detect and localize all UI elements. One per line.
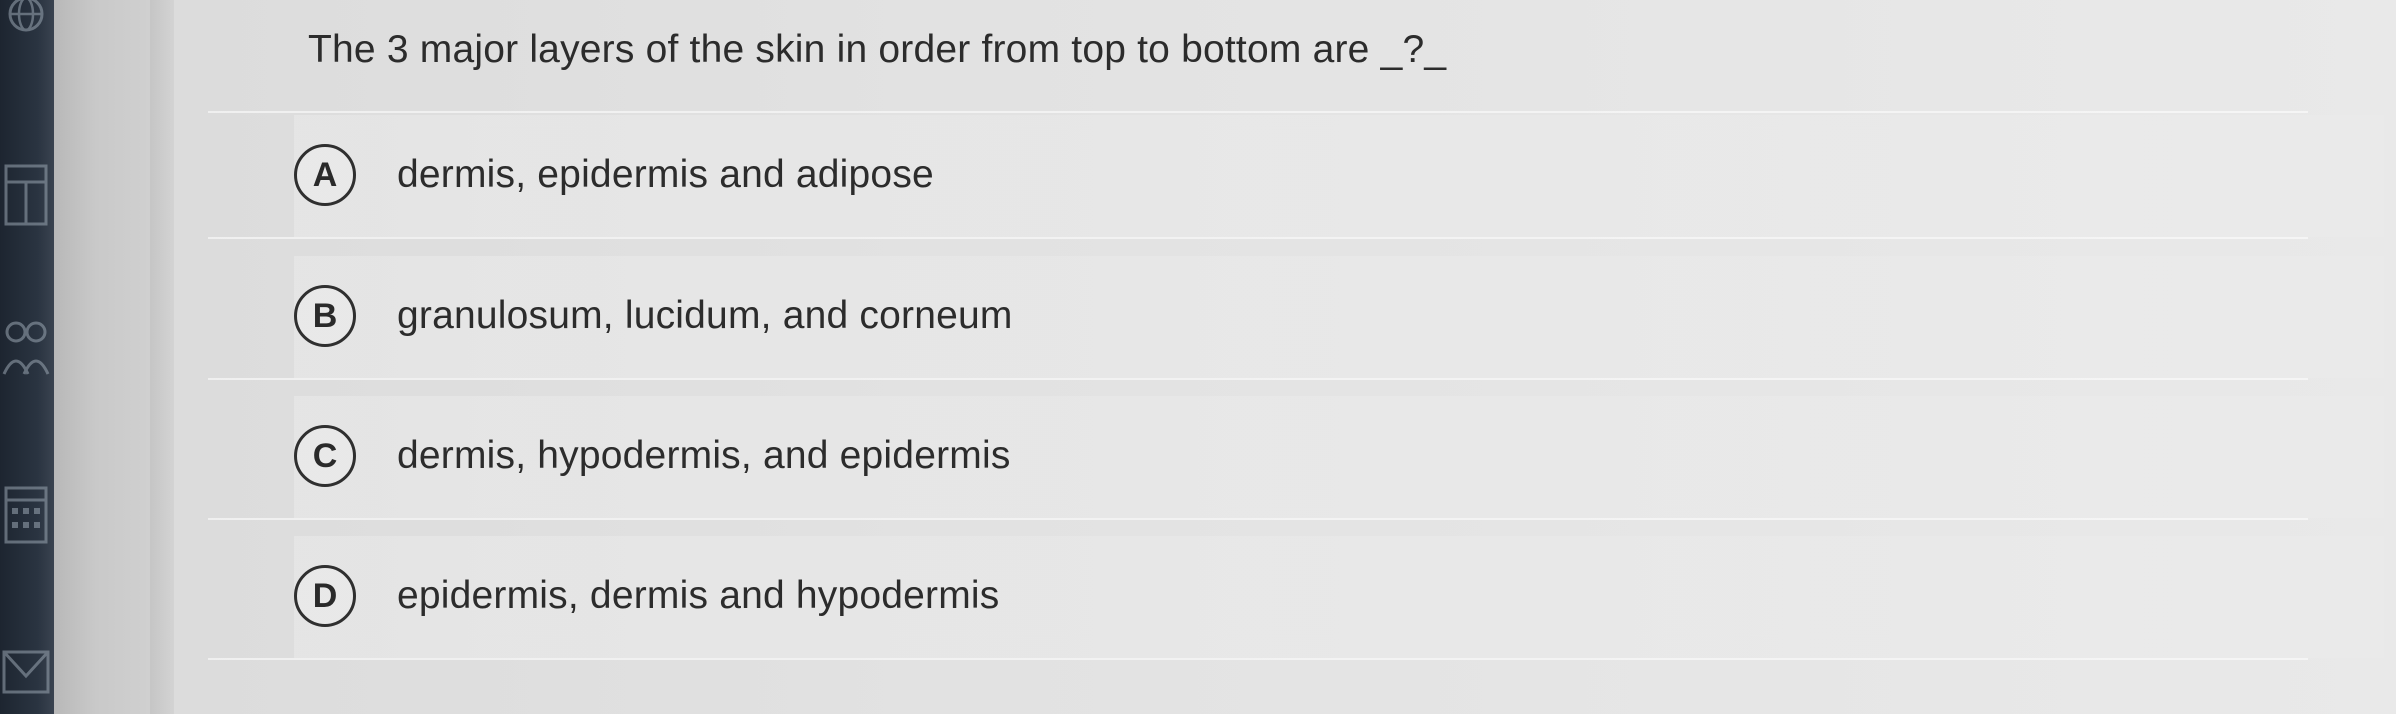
- question-panel: The 3 major layers of the skin in order …: [174, 0, 2396, 714]
- option-c[interactable]: C dermis, hypodermis, and epidermis: [294, 396, 2384, 518]
- book-icon[interactable]: [2, 160, 50, 230]
- option-d-text[interactable]: epidermis, dermis and hypodermis: [397, 574, 999, 618]
- divider: [208, 658, 2308, 660]
- option-a-text[interactable]: dermis, epidermis and adipose: [397, 153, 934, 197]
- globe-icon[interactable]: [2, 0, 50, 40]
- option-b-letter-circle[interactable]: B: [294, 285, 356, 347]
- divider: [208, 378, 2308, 380]
- option-c-text[interactable]: dermis, hypodermis, and epidermis: [397, 434, 1011, 478]
- calendar-icon[interactable]: [2, 480, 50, 550]
- option-d[interactable]: D epidermis, dermis and hypodermis: [294, 536, 2384, 658]
- left-sidebar: [0, 0, 54, 714]
- divider: [208, 111, 2308, 113]
- divider: [208, 237, 2308, 239]
- mail-icon[interactable]: [2, 640, 50, 700]
- option-d-letter-circle[interactable]: D: [294, 565, 356, 627]
- bezel-shadow: [150, 0, 174, 714]
- divider: [208, 518, 2308, 520]
- option-a-letter-circle[interactable]: A: [294, 144, 356, 206]
- option-c-letter-circle[interactable]: C: [294, 425, 356, 487]
- people-icon[interactable]: [2, 316, 50, 386]
- option-b[interactable]: B granulosum, lucidum, and corneum: [294, 256, 2384, 378]
- question-text: The 3 major layers of the skin in order …: [308, 28, 1447, 71]
- option-b-text[interactable]: granulosum, lucidum, and corneum: [397, 294, 1013, 338]
- option-a[interactable]: A dermis, epidermis and adipose: [294, 115, 2384, 237]
